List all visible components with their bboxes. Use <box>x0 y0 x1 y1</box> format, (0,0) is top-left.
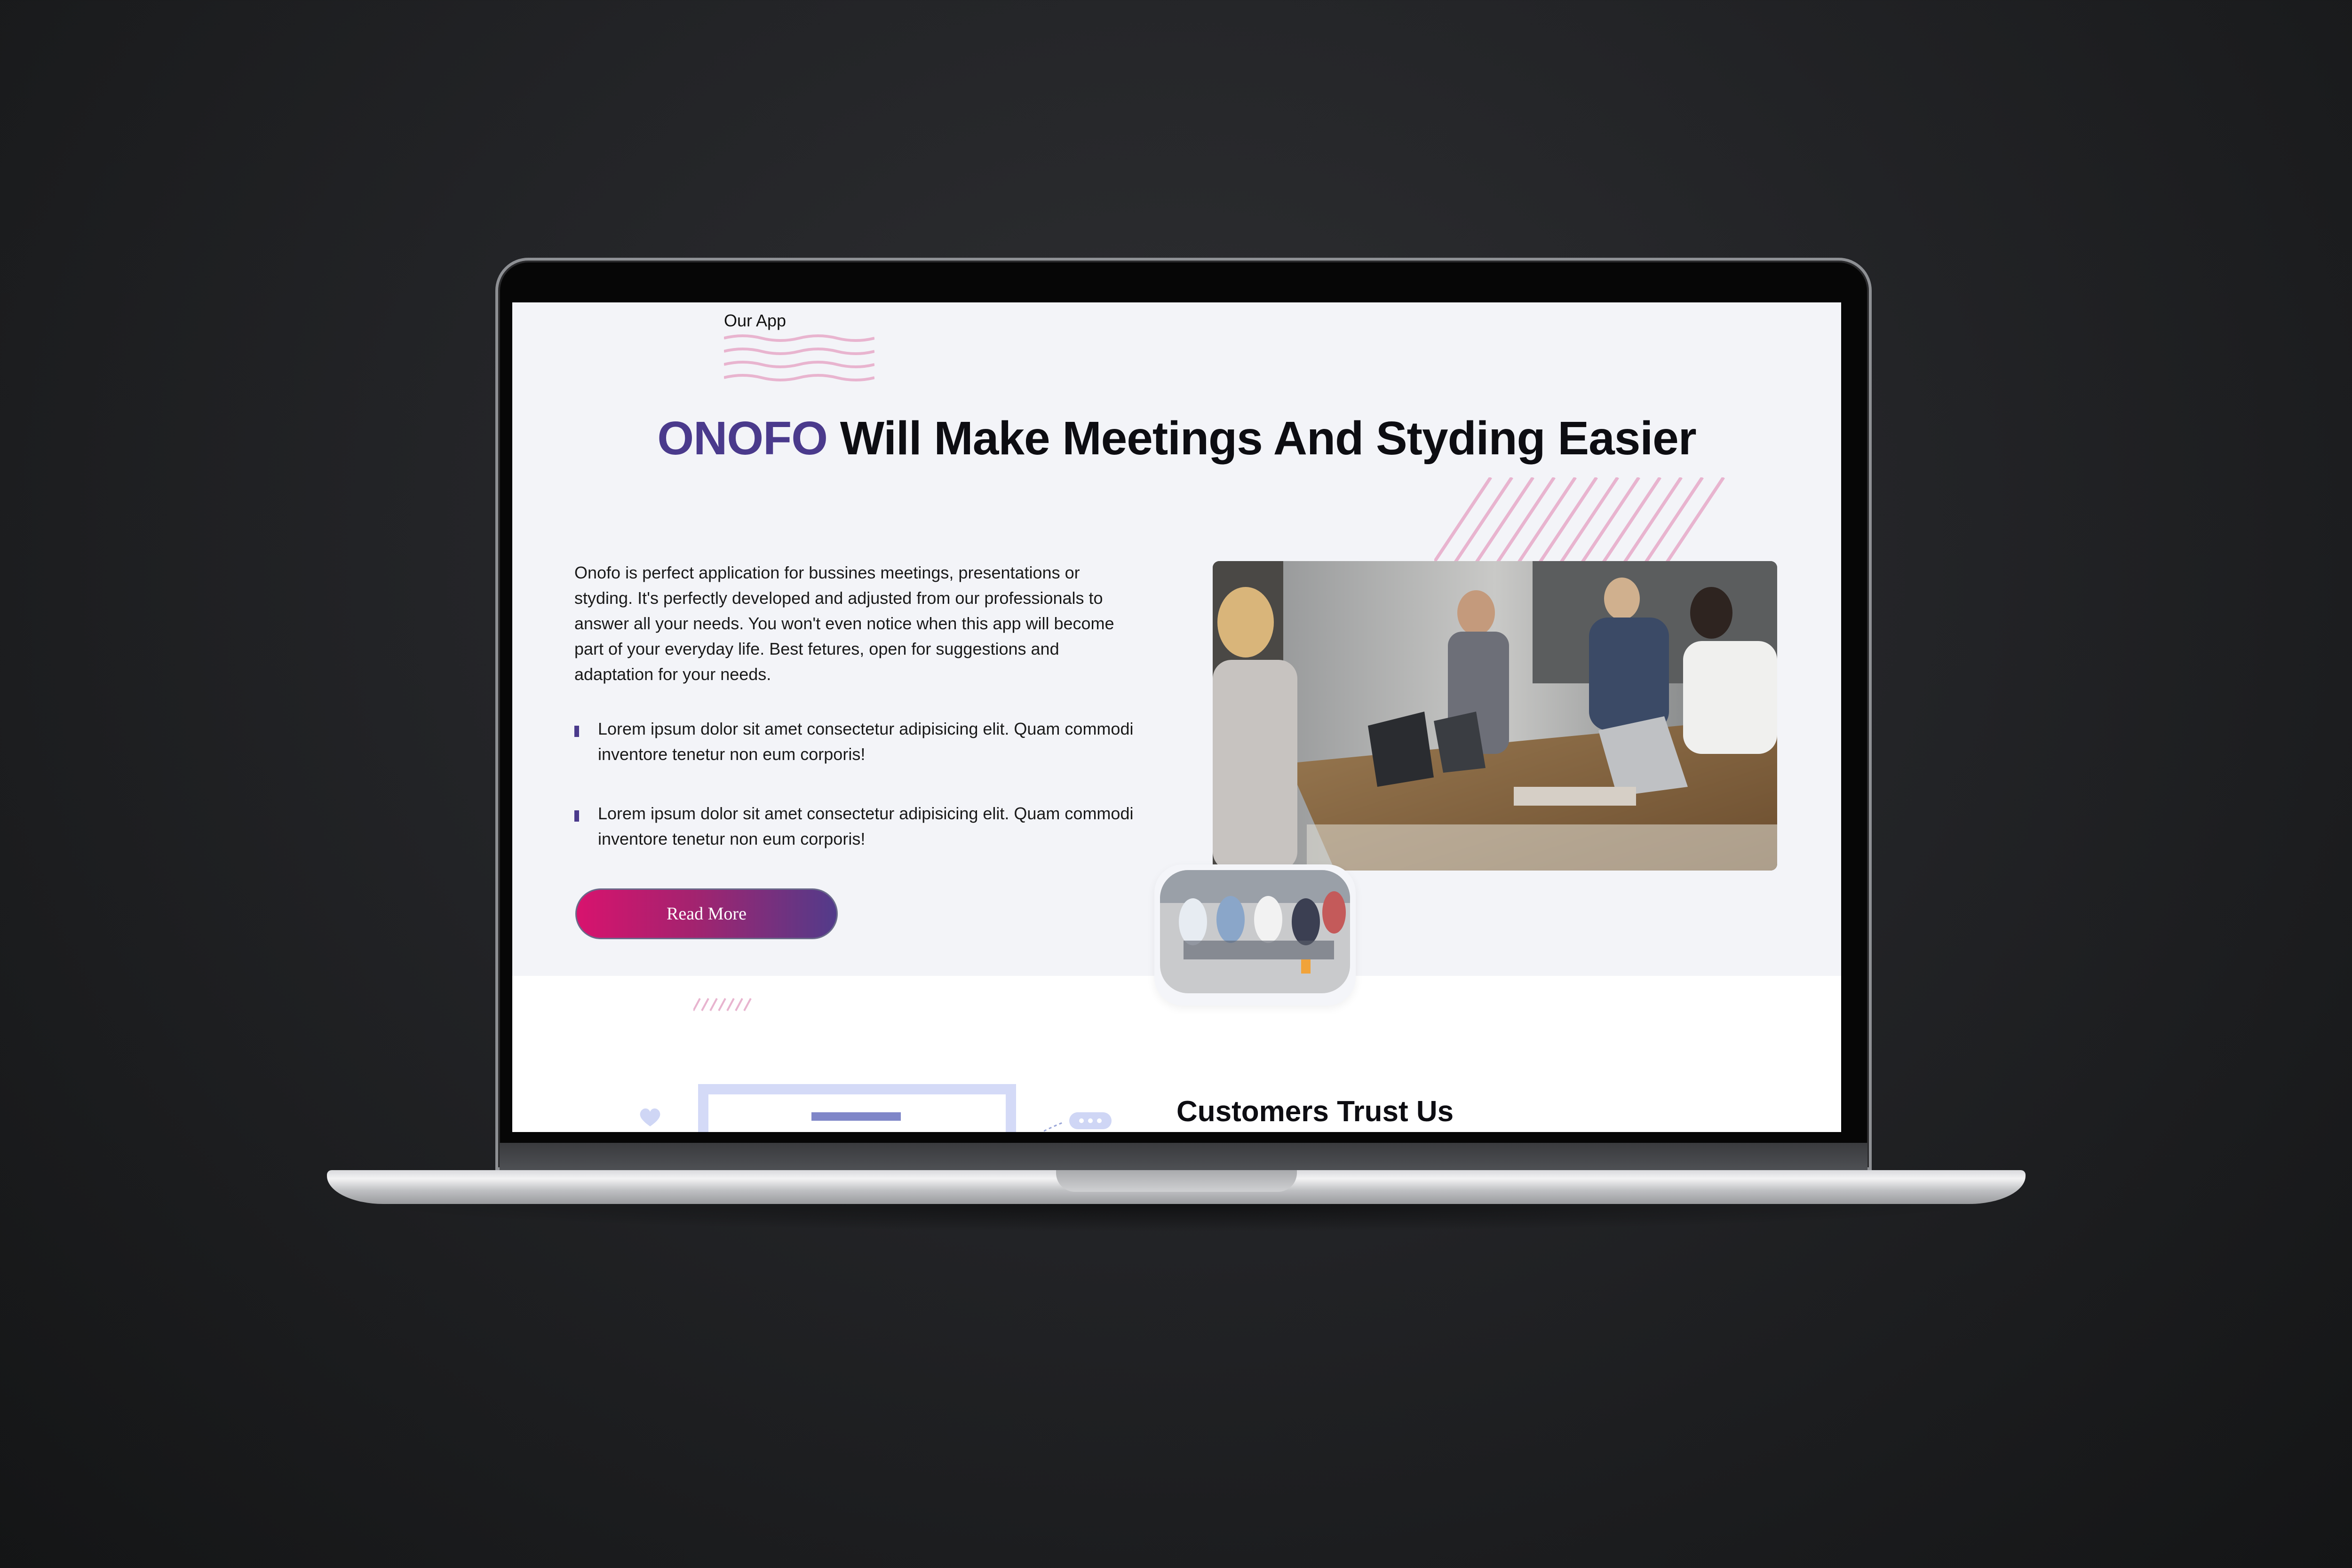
laptop-hinge <box>500 1143 1867 1170</box>
bullet-marker <box>574 726 579 737</box>
laptop-shadow <box>358 1204 1994 1232</box>
meeting-photo <box>1213 561 1777 871</box>
website-screen: Our App ONOFO Will Make Meetings And Sty… <box>512 302 1841 1132</box>
page-title-text: Will Make Meetings And Styding Easier <box>827 412 1697 465</box>
list-item-text: Lorem ipsum dolor sit amet consectetur a… <box>598 804 1134 848</box>
list-item-text: Lorem ipsum dolor sit amet consectetur a… <box>598 719 1134 764</box>
wave-decoration-icon <box>724 334 874 381</box>
small-stripe-decoration-icon <box>693 998 752 1011</box>
laptop-notch <box>1056 1170 1297 1192</box>
students-photo <box>1160 870 1350 993</box>
page-title: ONOFO Will Make Meetings And Styding Eas… <box>512 412 1841 466</box>
customers-heading: Customers Trust Us <box>1176 1095 1454 1128</box>
chat-bubble-icon <box>1044 1112 1112 1132</box>
bullet-marker <box>574 810 579 822</box>
students-photo-frame <box>1154 864 1356 1006</box>
device-illustration <box>698 1084 1016 1132</box>
heart-icon <box>640 1108 660 1126</box>
section-label: Our App <box>724 311 787 330</box>
brand-name: ONOFO <box>657 412 828 465</box>
read-more-button[interactable]: Read More <box>575 888 838 939</box>
stripe-decoration-icon <box>1434 477 1725 562</box>
intro-paragraph: Onofo is perfect application for bussine… <box>574 563 1114 684</box>
laptop-mockup: Our App ONOFO Will Make Meetings And Sty… <box>0 0 2352 1568</box>
device-header-bar <box>811 1112 901 1121</box>
